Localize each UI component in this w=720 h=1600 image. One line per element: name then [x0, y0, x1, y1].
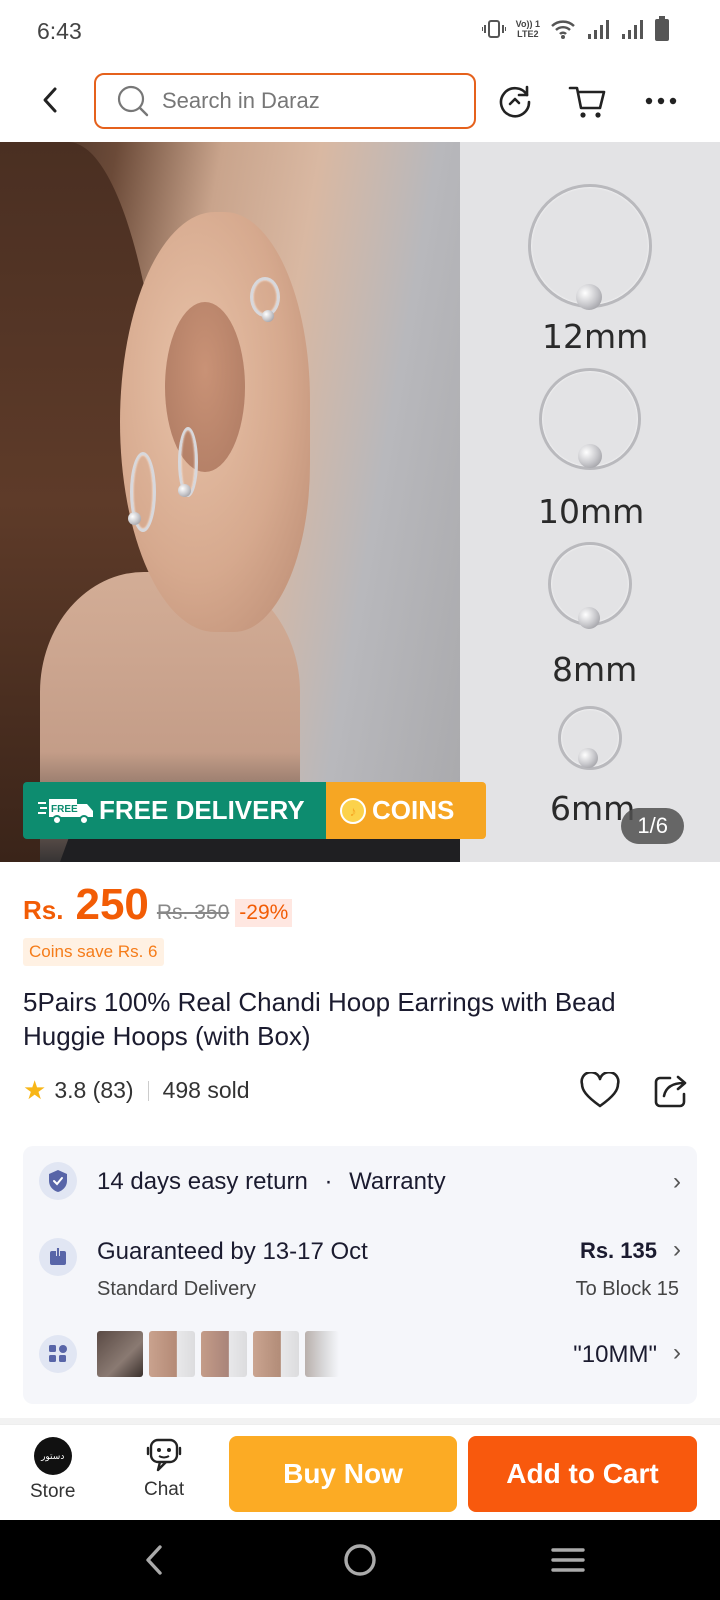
store-logo: دستور [33, 1437, 72, 1475]
size-chart-panel: 12mm 10mm 8mm 6mm [460, 142, 720, 862]
variant-thumbnail[interactable] [97, 1331, 143, 1377]
store-button[interactable]: دستور Store [30, 1437, 75, 1503]
delivery-sub-text: Standard Delivery [97, 1278, 256, 1300]
more-icon [645, 97, 677, 105]
status-icons: Vo)) 1 LTE2 [481, 16, 670, 42]
shield-check-icon [39, 1162, 77, 1200]
cart-button[interactable] [565, 78, 611, 124]
nav-home-icon [344, 1544, 376, 1576]
bottom-action-bar: دستور Store Chat Buy Now Add to Cart [0, 1424, 720, 1520]
size-label: 8mm [552, 650, 638, 689]
original-price: Rs. 350 [156, 901, 230, 924]
search-placeholder: Search in Daraz [162, 88, 320, 113]
chevron-right-icon: › [673, 1236, 681, 1263]
chevron-right-icon: › [673, 1168, 681, 1195]
delivery-icon [39, 1238, 77, 1276]
product-image-gallery[interactable]: 12mm 10mm 8mm 6mm [0, 142, 720, 862]
rating-value: 3.8 (83) [54, 1077, 134, 1103]
top-header: Search in Daraz [0, 62, 720, 142]
add-to-cart-button[interactable]: Add to Cart [468, 1436, 697, 1512]
nav-menu-icon [551, 1548, 585, 1572]
divider [147, 1080, 149, 1101]
buy-now-button[interactable]: Buy Now [229, 1436, 457, 1512]
share-button[interactable] [652, 1072, 692, 1112]
free-tag: FREE [51, 804, 78, 815]
back-button[interactable] [30, 80, 70, 120]
delivery-main-text: Guaranteed by 13-17 Oct [97, 1238, 368, 1265]
sold-count: 498 sold [162, 1077, 250, 1103]
star-icon: ★ [23, 1075, 47, 1105]
nav-back-icon [146, 1545, 162, 1575]
coins-badge: ♪ COINS [326, 782, 486, 839]
chevron-right-icon: › [673, 1339, 681, 1366]
history-button[interactable] [492, 78, 538, 124]
cart-icon [568, 86, 606, 118]
signal-icon [620, 18, 644, 40]
discount-badge: -29% [235, 899, 293, 927]
status-time: 6:43 [37, 18, 82, 44]
delivery-truck-icon: FREE [38, 798, 93, 825]
size-label: 10mm [538, 492, 645, 531]
history-icon [499, 85, 531, 118]
store-label: Store [30, 1481, 76, 1502]
variant-row[interactable]: "10MM" › [23, 1311, 697, 1401]
delivery-location: To Block 15 [575, 1278, 679, 1300]
coins-save-badge: Coins save Rs. 6 [23, 938, 164, 966]
wishlist-button[interactable] [580, 1070, 620, 1112]
delivery-price: Rs. 135 [579, 1238, 657, 1263]
returns-row[interactable]: 14 days easy return · Warranty › [23, 1146, 697, 1216]
price-currency: Rs. [23, 895, 64, 925]
lte-indicator: Vo)) 1 LTE2 [515, 19, 540, 39]
battery-icon [654, 16, 670, 42]
chat-label: Chat [144, 1479, 185, 1500]
chat-button[interactable]: Chat [144, 1435, 184, 1501]
free-delivery-badge: FREE FREE DELIVERY [23, 782, 326, 839]
variant-thumbnail[interactable] [253, 1331, 299, 1377]
back-icon [43, 87, 57, 113]
heart-icon [580, 1070, 620, 1108]
size-label: 12mm [542, 317, 649, 356]
coin-icon: ♪ [340, 797, 366, 824]
variant-thumbnail[interactable] [201, 1331, 247, 1377]
coins-label: COINS [372, 795, 455, 825]
promo-banner: FREE FREE DELIVERY ♪ COINS [23, 782, 486, 839]
status-bar: 6:43 Vo)) 1 LTE2 [0, 0, 720, 62]
variant-thumbnail[interactable] [305, 1331, 339, 1377]
delivery-row[interactable]: Guaranteed by 13-17 Oct Standard Deliver… [23, 1216, 697, 1311]
signal-icon [586, 18, 610, 40]
rating-row[interactable]: ★ 3.8 (83) 498 sold [23, 1075, 250, 1106]
vibrate-icon [481, 18, 506, 40]
product-photo [0, 142, 471, 862]
free-delivery-label: FREE DELIVERY [99, 795, 305, 825]
nav-home-button[interactable] [340, 1540, 380, 1580]
chat-icon [146, 1438, 182, 1472]
price-row: Rs. 250 Rs. 350 -29% [23, 880, 293, 930]
selected-variant: "10MM" [573, 1341, 657, 1368]
more-button[interactable] [638, 78, 684, 124]
search-icon [116, 83, 152, 119]
share-icon [654, 1075, 687, 1108]
service-info-card: 14 days easy return · Warranty › Guarant… [23, 1146, 697, 1404]
variants-icon [39, 1335, 77, 1373]
returns-text: 14 days easy return · Warranty [97, 1168, 446, 1195]
nav-back-button[interactable] [134, 1540, 174, 1580]
price-value: 250 [75, 880, 149, 929]
variant-thumbnails[interactable] [97, 1331, 339, 1377]
image-counter: 1/6 [621, 808, 684, 844]
system-nav-bar [0, 1520, 720, 1600]
wifi-icon [550, 18, 576, 40]
nav-recents-button[interactable] [548, 1540, 588, 1580]
search-input[interactable]: Search in Daraz [94, 73, 476, 129]
product-title: 5Pairs 100% Real Chandi Hoop Earrings wi… [23, 987, 616, 1051]
variant-thumbnail[interactable] [149, 1331, 195, 1377]
